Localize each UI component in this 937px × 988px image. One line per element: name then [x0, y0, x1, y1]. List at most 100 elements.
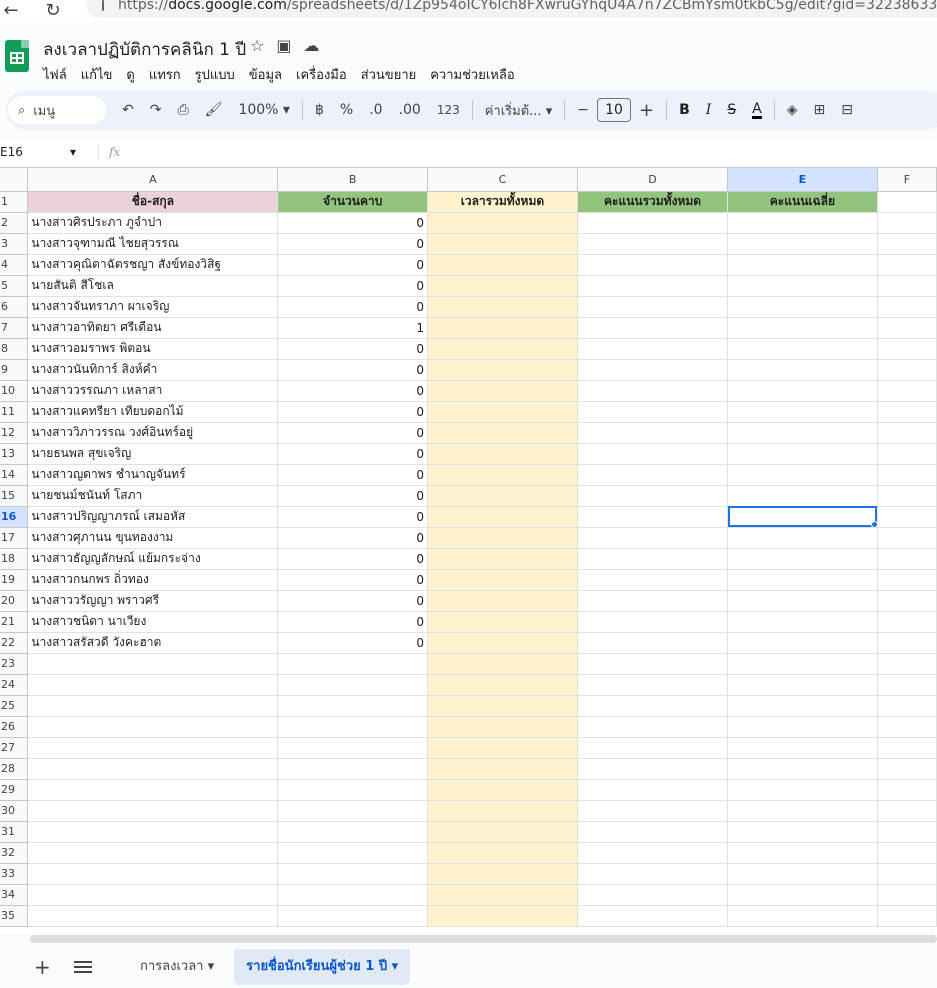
count-cell[interactable]: 0 [277, 296, 428, 318]
row-header[interactable]: 15 [0, 485, 29, 507]
total-score-cell[interactable] [577, 506, 729, 528]
row-header[interactable]: 9 [0, 359, 29, 381]
cell[interactable] [27, 884, 279, 906]
row-header[interactable]: 20 [0, 590, 29, 612]
cell[interactable] [877, 527, 937, 549]
row-header[interactable]: 32 [0, 842, 29, 864]
cell[interactable] [427, 821, 578, 843]
add-sheet-icon[interactable]: + [34, 955, 54, 979]
cell[interactable] [877, 338, 937, 360]
column-header-b[interactable]: B [277, 168, 428, 192]
average-cell[interactable] [727, 380, 878, 402]
cell[interactable] [577, 800, 729, 822]
cell[interactable] [877, 359, 937, 381]
cell[interactable] [877, 590, 937, 612]
cell[interactable] [27, 674, 279, 696]
cell[interactable] [877, 632, 937, 654]
cell[interactable] [727, 821, 878, 843]
cell[interactable] [877, 863, 937, 885]
cell[interactable] [877, 464, 937, 486]
sheets-logo-icon[interactable] [5, 40, 29, 72]
move-folder-icon[interactable]: ▣ [276, 36, 291, 55]
count-cell[interactable]: 0 [277, 380, 428, 402]
row-header[interactable]: 1 [0, 191, 29, 213]
total-score-cell[interactable] [577, 611, 729, 633]
total-score-cell[interactable] [577, 254, 729, 276]
row-header[interactable]: 33 [0, 863, 29, 885]
average-cell[interactable] [727, 548, 878, 570]
name-cell[interactable]: นางสาวอมราพร พิตอน [27, 338, 279, 360]
cell[interactable] [727, 737, 878, 759]
cell[interactable] [877, 212, 937, 234]
count-cell[interactable]: 0 [277, 590, 428, 612]
cell[interactable] [877, 842, 937, 864]
cell[interactable] [427, 653, 578, 675]
decrease-decimal-button[interactable]: .0 [361, 102, 390, 118]
cell[interactable] [727, 884, 878, 906]
font-select[interactable]: ค่าเริ่มต้... ▾ [477, 100, 561, 121]
cell[interactable] [277, 695, 428, 717]
row-header[interactable]: 29 [0, 779, 29, 801]
name-cell[interactable]: นายธนพล สุขเจริญ [27, 443, 279, 465]
cell[interactable] [577, 779, 729, 801]
menu-file[interactable]: ไฟล์ [43, 64, 67, 85]
name-cell[interactable]: นางสาวธัญญลักษณ์ แย้มกระจ่าง [27, 548, 279, 570]
cell[interactable] [277, 653, 428, 675]
cell[interactable] [877, 233, 937, 255]
cell[interactable] [577, 695, 729, 717]
total-time-cell[interactable] [427, 464, 578, 486]
cell[interactable] [577, 758, 729, 780]
font-size-decrease-icon[interactable]: − [569, 102, 597, 118]
row-header[interactable]: 30 [0, 800, 29, 822]
total-time-cell[interactable] [427, 338, 578, 360]
row-header[interactable]: 24 [0, 674, 29, 696]
print-icon[interactable]: ⎙ [169, 102, 196, 118]
cell[interactable] [877, 443, 937, 465]
cell[interactable] [727, 674, 878, 696]
count-cell[interactable]: 0 [277, 506, 428, 528]
menu-view[interactable]: ดู [126, 64, 134, 85]
row-header[interactable]: 2 [0, 212, 29, 234]
total-time-cell[interactable] [427, 548, 578, 570]
name-cell[interactable]: นางสาวกนกพร ถิ่วทอง [27, 569, 279, 591]
column-header-e[interactable]: E [727, 168, 878, 192]
number-format-button[interactable]: 123 [429, 103, 468, 117]
cell[interactable] [877, 254, 937, 276]
borders-icon[interactable]: ⊞ [806, 102, 834, 118]
cell[interactable] [877, 821, 937, 843]
cell[interactable] [27, 863, 279, 885]
count-cell[interactable]: 0 [277, 212, 428, 234]
total-score-cell[interactable] [577, 443, 729, 465]
cloud-status-icon[interactable]: ☁ [303, 36, 319, 55]
cell[interactable] [577, 884, 729, 906]
average-cell[interactable] [727, 464, 878, 486]
cell[interactable] [27, 779, 279, 801]
cell[interactable] [727, 800, 878, 822]
row-header[interactable]: 35 [0, 905, 29, 927]
cell[interactable] [877, 779, 937, 801]
cell[interactable] [427, 884, 578, 906]
cell[interactable] [427, 800, 578, 822]
currency-button[interactable]: ฿ [307, 102, 332, 118]
count-cell[interactable]: 0 [277, 338, 428, 360]
average-cell[interactable] [727, 401, 878, 423]
cell[interactable] [277, 821, 428, 843]
cell[interactable] [577, 842, 729, 864]
average-cell[interactable] [727, 296, 878, 318]
row-header[interactable]: 23 [0, 653, 29, 675]
total-score-cell[interactable] [577, 275, 729, 297]
cell[interactable] [577, 863, 729, 885]
cell[interactable] [877, 506, 937, 528]
cell[interactable] [877, 401, 937, 423]
average-cell[interactable] [727, 338, 878, 360]
total-time-cell[interactable] [427, 422, 578, 444]
cell[interactable] [877, 275, 937, 297]
cell[interactable] [727, 695, 878, 717]
header-cell-total-time[interactable]: เวลารวมทั้งหมด [427, 191, 578, 213]
total-time-cell[interactable] [427, 569, 578, 591]
cell[interactable] [427, 674, 578, 696]
name-cell[interactable]: นางสาวสรัสวดี วังคะฮาต [27, 632, 279, 654]
cell[interactable] [277, 842, 428, 864]
count-cell[interactable]: 0 [277, 632, 428, 654]
increase-decimal-button[interactable]: .00 [391, 102, 429, 118]
